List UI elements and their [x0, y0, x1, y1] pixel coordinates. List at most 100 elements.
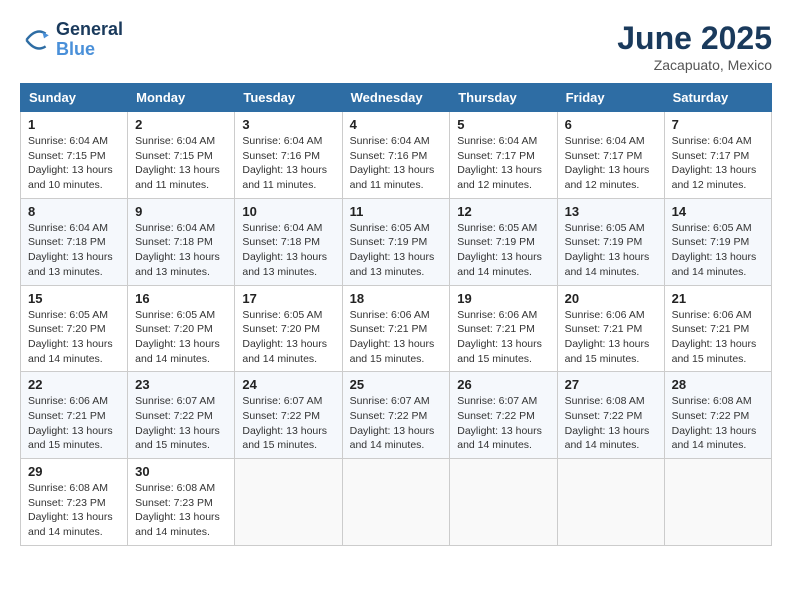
table-row: 27 Sunrise: 6:08 AMSunset: 7:22 PMDayligh… — [557, 372, 664, 459]
day-number: 27 — [565, 377, 657, 392]
day-info: Sunrise: 6:04 AMSunset: 7:15 PMDaylight:… — [135, 134, 227, 193]
day-number: 19 — [457, 291, 549, 306]
calendar-week-row: 1 Sunrise: 6:04 AMSunset: 7:15 PMDaylight… — [21, 112, 772, 199]
calendar-table: Sunday Monday Tuesday Wednesday Thursday… — [20, 83, 772, 546]
page-header: General Blue June 2025 Zacapuato, Mexico — [20, 20, 772, 73]
table-row: 13 Sunrise: 6:05 AMSunset: 7:19 PMDayligh… — [557, 198, 664, 285]
table-row: 15 Sunrise: 6:05 AMSunset: 7:20 PMDayligh… — [21, 285, 128, 372]
day-number: 17 — [242, 291, 334, 306]
header-monday: Monday — [128, 84, 235, 112]
day-info: Sunrise: 6:04 AMSunset: 7:18 PMDaylight:… — [135, 221, 227, 280]
table-row: 30 Sunrise: 6:08 AMSunset: 7:23 PMDayligh… — [128, 459, 235, 546]
day-info: Sunrise: 6:08 AMSunset: 7:22 PMDaylight:… — [565, 394, 657, 453]
day-info: Sunrise: 6:04 AMSunset: 7:18 PMDaylight:… — [242, 221, 334, 280]
table-row: 10 Sunrise: 6:04 AMSunset: 7:18 PMDayligh… — [235, 198, 342, 285]
day-info: Sunrise: 6:04 AMSunset: 7:15 PMDaylight:… — [28, 134, 120, 193]
day-info: Sunrise: 6:05 AMSunset: 7:20 PMDaylight:… — [242, 308, 334, 367]
day-number: 29 — [28, 464, 120, 479]
day-info: Sunrise: 6:05 AMSunset: 7:19 PMDaylight:… — [565, 221, 657, 280]
day-info: Sunrise: 6:06 AMSunset: 7:21 PMDaylight:… — [457, 308, 549, 367]
header-sunday: Sunday — [21, 84, 128, 112]
day-number: 9 — [135, 204, 227, 219]
day-number: 14 — [672, 204, 764, 219]
table-row: 24 Sunrise: 6:07 AMSunset: 7:22 PMDayligh… — [235, 372, 342, 459]
table-row: 5Sunrise: 6:04 AMSunset: 7:17 PMDaylight… — [450, 112, 557, 199]
table-row: 29 Sunrise: 6:08 AMSunset: 7:23 PMDayligh… — [21, 459, 128, 546]
day-number: 4 — [350, 117, 443, 132]
day-number: 7 — [672, 117, 764, 132]
calendar-week-row: 22 Sunrise: 6:06 AMSunset: 7:21 PMDayligh… — [21, 372, 772, 459]
table-row: 20 Sunrise: 6:06 AMSunset: 7:21 PMDayligh… — [557, 285, 664, 372]
day-number: 21 — [672, 291, 764, 306]
table-row: 1 Sunrise: 6:04 AMSunset: 7:15 PMDaylight… — [21, 112, 128, 199]
day-number: 3 — [242, 117, 334, 132]
day-number: 23 — [135, 377, 227, 392]
day-number: 15 — [28, 291, 120, 306]
day-info: Sunrise: 6:06 AMSunset: 7:21 PMDaylight:… — [350, 308, 443, 367]
calendar-week-row: 8 Sunrise: 6:04 AMSunset: 7:18 PMDaylight… — [21, 198, 772, 285]
table-row: 11 Sunrise: 6:05 AMSunset: 7:19 PMDayligh… — [342, 198, 450, 285]
table-row: 8 Sunrise: 6:04 AMSunset: 7:18 PMDaylight… — [21, 198, 128, 285]
day-info: Sunrise: 6:08 AMSunset: 7:22 PMDaylight:… — [672, 394, 764, 453]
header-thursday: Thursday — [450, 84, 557, 112]
day-number: 22 — [28, 377, 120, 392]
day-info: Sunrise: 6:05 AMSunset: 7:20 PMDaylight:… — [135, 308, 227, 367]
month-title: June 2025 — [617, 20, 772, 57]
table-row: 6Sunrise: 6:04 AMSunset: 7:17 PMDaylight… — [557, 112, 664, 199]
day-info: Sunrise: 6:06 AMSunset: 7:21 PMDaylight:… — [565, 308, 657, 367]
day-info: Sunrise: 6:05 AMSunset: 7:20 PMDaylight:… — [28, 308, 120, 367]
table-row: 12Sunrise: 6:05 AMSunset: 7:19 PMDayligh… — [450, 198, 557, 285]
day-info: Sunrise: 6:07 AMSunset: 7:22 PMDaylight:… — [242, 394, 334, 453]
day-info: Sunrise: 6:07 AMSunset: 7:22 PMDaylight:… — [350, 394, 443, 453]
day-info: Sunrise: 6:07 AMSunset: 7:22 PMDaylight:… — [135, 394, 227, 453]
table-row — [557, 459, 664, 546]
logo: General Blue — [20, 20, 123, 60]
day-info: Sunrise: 6:04 AMSunset: 7:16 PMDaylight:… — [350, 134, 443, 193]
day-number: 26 — [457, 377, 549, 392]
table-row: 21Sunrise: 6:06 AMSunset: 7:21 PMDayligh… — [664, 285, 771, 372]
table-row: 25Sunrise: 6:07 AMSunset: 7:22 PMDayligh… — [342, 372, 450, 459]
day-info: Sunrise: 6:04 AMSunset: 7:16 PMDaylight:… — [242, 134, 334, 193]
day-number: 11 — [350, 204, 443, 219]
day-number: 16 — [135, 291, 227, 306]
day-number: 8 — [28, 204, 120, 219]
table-row: 26 Sunrise: 6:07 AMSunset: 7:22 PMDayligh… — [450, 372, 557, 459]
day-number: 13 — [565, 204, 657, 219]
table-row: 22 Sunrise: 6:06 AMSunset: 7:21 PMDayligh… — [21, 372, 128, 459]
day-info: Sunrise: 6:06 AMSunset: 7:21 PMDaylight:… — [28, 394, 120, 453]
day-info: Sunrise: 6:04 AMSunset: 7:17 PMDaylight:… — [565, 134, 657, 193]
logo-icon — [20, 24, 52, 56]
table-row: 7 Sunrise: 6:04 AMSunset: 7:17 PMDaylight… — [664, 112, 771, 199]
table-row: 18Sunrise: 6:06 AMSunset: 7:21 PMDayligh… — [342, 285, 450, 372]
day-number: 1 — [28, 117, 120, 132]
table-row: 3 Sunrise: 6:04 AMSunset: 7:16 PMDaylight… — [235, 112, 342, 199]
table-row: 23 Sunrise: 6:07 AMSunset: 7:22 PMDayligh… — [128, 372, 235, 459]
header-saturday: Saturday — [664, 84, 771, 112]
table-row: 14 Sunrise: 6:05 AMSunset: 7:19 PMDayligh… — [664, 198, 771, 285]
day-info: Sunrise: 6:04 AMSunset: 7:17 PMDaylight:… — [672, 134, 764, 193]
day-info: Sunrise: 6:07 AMSunset: 7:22 PMDaylight:… — [457, 394, 549, 453]
day-info: Sunrise: 6:04 AMSunset: 7:18 PMDaylight:… — [28, 221, 120, 280]
day-info: Sunrise: 6:05 AMSunset: 7:19 PMDaylight:… — [350, 221, 443, 280]
day-info: Sunrise: 6:08 AMSunset: 7:23 PMDaylight:… — [28, 481, 120, 540]
day-number: 10 — [242, 204, 334, 219]
table-row: 16 Sunrise: 6:05 AMSunset: 7:20 PMDayligh… — [128, 285, 235, 372]
day-info: Sunrise: 6:05 AMSunset: 7:19 PMDaylight:… — [457, 221, 549, 280]
table-row: 19 Sunrise: 6:06 AMSunset: 7:21 PMDayligh… — [450, 285, 557, 372]
table-row: 9 Sunrise: 6:04 AMSunset: 7:18 PMDaylight… — [128, 198, 235, 285]
day-number: 20 — [565, 291, 657, 306]
table-row: 4 Sunrise: 6:04 AMSunset: 7:16 PMDaylight… — [342, 112, 450, 199]
table-row — [342, 459, 450, 546]
day-number: 24 — [242, 377, 334, 392]
day-info: Sunrise: 6:05 AMSunset: 7:19 PMDaylight:… — [672, 221, 764, 280]
day-info: Sunrise: 6:04 AMSunset: 7:17 PMDaylight:… — [457, 134, 549, 193]
logo-text: General Blue — [56, 20, 123, 60]
day-number: 30 — [135, 464, 227, 479]
day-info: Sunrise: 6:08 AMSunset: 7:23 PMDaylight:… — [135, 481, 227, 540]
calendar-week-row: 29 Sunrise: 6:08 AMSunset: 7:23 PMDayligh… — [21, 459, 772, 546]
calendar-week-row: 15 Sunrise: 6:05 AMSunset: 7:20 PMDayligh… — [21, 285, 772, 372]
table-row — [235, 459, 342, 546]
title-area: June 2025 Zacapuato, Mexico — [617, 20, 772, 73]
day-number: 2 — [135, 117, 227, 132]
weekday-header-row: Sunday Monday Tuesday Wednesday Thursday… — [21, 84, 772, 112]
